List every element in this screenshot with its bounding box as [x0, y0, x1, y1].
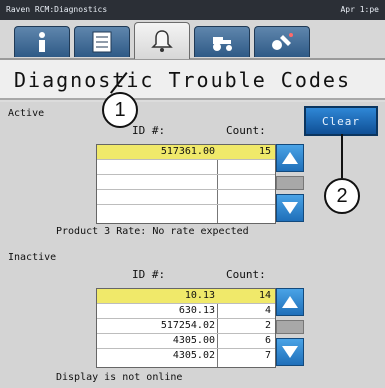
table-row[interactable] — [97, 160, 275, 175]
inactive-count-header: Count: — [226, 268, 266, 281]
clear-button[interactable]: Clear — [304, 106, 378, 136]
active-scroll-up-button[interactable] — [276, 144, 304, 172]
inactive-scrollbar-thumb[interactable] — [276, 320, 304, 334]
code-id: 4305.02 — [172, 350, 215, 361]
inactive-scroll-up-button[interactable] — [276, 288, 304, 316]
arrow-up-icon — [282, 152, 298, 164]
table-row[interactable] — [97, 205, 275, 219]
inactive-status-message: Display is not online — [56, 372, 183, 383]
code-count: 7 — [264, 350, 271, 361]
header-title: Raven RCM:Diagnostics — [6, 5, 108, 14]
active-scroll-down-button[interactable] — [276, 194, 304, 222]
active-count-header: Count: — [226, 124, 266, 137]
bell-icon — [151, 30, 173, 52]
arrow-down-icon — [282, 202, 298, 214]
info-icon — [39, 32, 45, 52]
tab-diagnostics[interactable] — [134, 22, 190, 59]
code-count: 15 — [258, 146, 271, 157]
header-date: Apr 1:pe — [340, 5, 379, 14]
tab-bar — [0, 20, 385, 60]
table-row[interactable]: 517361.00 15 — [97, 145, 275, 160]
code-id: 10.13 — [184, 290, 215, 301]
inactive-label: Inactive — [8, 252, 57, 263]
tractor-icon — [213, 37, 232, 51]
table-row[interactable]: 4305.00 6 — [97, 334, 275, 349]
tool-icon — [272, 33, 293, 50]
inactive-scroll-down-button[interactable] — [276, 338, 304, 366]
active-status-message: Product 3 Rate: No rate expected — [56, 226, 249, 237]
tab-checklist[interactable] — [74, 26, 130, 57]
code-id: 517254.02 — [160, 320, 215, 331]
code-count: 2 — [264, 320, 271, 331]
status-header: Raven RCM:Diagnostics Apr 1:pe — [0, 0, 385, 20]
checklist-icon — [92, 31, 112, 53]
arrow-up-icon — [282, 296, 298, 308]
callout-2: 2 — [324, 178, 360, 214]
table-row[interactable]: 4305.02 7 — [97, 349, 275, 363]
code-id: 517361.00 — [160, 146, 215, 157]
active-codes-table: 517361.00 15 — [96, 144, 276, 224]
active-label: Active — [8, 108, 45, 119]
code-count: 4 — [264, 305, 271, 316]
content-panel: Active ID #: Count: 517361.00 15 Clear P… — [0, 102, 385, 388]
table-row[interactable] — [97, 190, 275, 205]
inactive-codes-table: 10.13 14 630.13 4 517254.02 2 4305.00 6 … — [96, 288, 276, 368]
code-count: 6 — [264, 335, 271, 346]
code-id: 4305.00 — [172, 335, 215, 346]
callout-1: 1 — [102, 92, 138, 128]
code-id: 630.13 — [178, 305, 215, 316]
active-scrollbar-thumb[interactable] — [276, 176, 304, 190]
table-row[interactable] — [97, 175, 275, 190]
page-title: Diagnostic Trouble Codes — [0, 60, 385, 100]
code-count: 14 — [258, 290, 271, 301]
arrow-down-icon — [282, 346, 298, 358]
callout-2-leader — [341, 134, 343, 178]
tab-tools[interactable] — [254, 26, 310, 57]
table-row[interactable]: 10.13 14 — [97, 289, 275, 304]
active-id-header: ID #: — [132, 124, 166, 137]
inactive-id-header: ID #: — [132, 268, 166, 281]
table-row[interactable]: 630.13 4 — [97, 304, 275, 319]
tab-vehicle[interactable] — [194, 26, 250, 57]
table-row[interactable]: 517254.02 2 — [97, 319, 275, 334]
tab-info[interactable] — [14, 26, 70, 57]
